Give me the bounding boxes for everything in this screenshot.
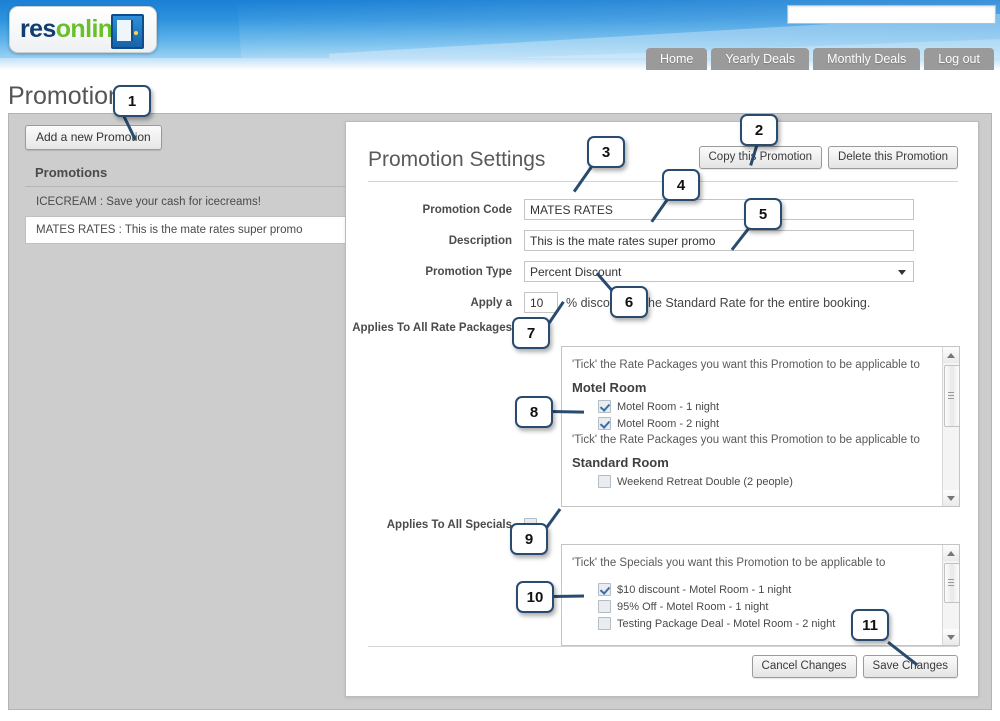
specials-note: 'Tick' the Specials you want this Promot… xyxy=(572,557,886,569)
chevron-down-icon xyxy=(898,270,906,275)
rate-package-option[interactable]: Motel Room - 2 night xyxy=(598,417,943,430)
rate-package-checkbox[interactable] xyxy=(598,475,611,488)
list-item[interactable]: MATES RATES : This is the mate rates sup… xyxy=(25,216,359,244)
special-label: $10 discount - Motel Room - 1 night xyxy=(617,583,792,596)
scrollbar-thumb[interactable] xyxy=(944,563,959,603)
promotion-type-label: Promotion Type xyxy=(425,265,512,278)
nav-tab-log-out[interactable]: Log out xyxy=(924,48,994,70)
promotion-type-value: Percent Discount xyxy=(530,264,622,279)
rate-package-option[interactable]: Weekend Retreat Double (2 people) xyxy=(598,475,943,488)
nav-tab-home[interactable]: Home xyxy=(646,48,708,70)
copy-promotion-button[interactable]: Copy this Promotion xyxy=(698,146,823,169)
promotions-list: ICECREAM : Save your cash for icecreams!… xyxy=(25,188,359,244)
promotion-code-row: Promotion Code xyxy=(346,199,914,220)
specials-scrollbox[interactable]: 'Tick' the Specials you want this Promot… xyxy=(561,544,960,646)
specials-scrollbar[interactable] xyxy=(942,545,959,645)
callout-marker-10: 10 xyxy=(516,581,554,613)
settings-divider-bottom xyxy=(368,646,958,647)
callout-marker-4: 4 xyxy=(662,169,700,201)
main-container: Add a new Promotion Promotions ICECREAM … xyxy=(8,113,992,710)
callout-marker-5: 5 xyxy=(744,198,782,230)
cancel-changes-button[interactable]: Cancel Changes xyxy=(751,655,857,678)
panel-bottom-actions: Cancel Changes Save Changes xyxy=(751,655,958,678)
rate-packages-group-motel-room: Motel Room xyxy=(572,380,647,395)
applies-all-specials-label: Applies To All Specials xyxy=(386,518,512,531)
top-search-box[interactable] xyxy=(787,5,996,25)
rate-package-checkbox[interactable] xyxy=(598,400,611,413)
scroll-up-icon[interactable] xyxy=(943,347,959,363)
special-checkbox[interactable] xyxy=(598,600,611,613)
promotion-type-row: Promotion Type Percent Discount xyxy=(346,261,914,282)
callout-marker-9: 9 xyxy=(510,523,548,555)
rate-package-label: Motel Room - 2 night xyxy=(617,417,720,430)
discount-percent-input[interactable] xyxy=(524,292,558,313)
special-option[interactable]: 95% Off - Motel Room - 1 night xyxy=(598,600,943,613)
rate-package-label: Motel Room - 1 night xyxy=(617,400,720,413)
rate-packages-scrollbar[interactable] xyxy=(942,347,959,506)
callout-marker-1: 1 xyxy=(113,85,151,117)
rate-packages-group-standard-room: Standard Room xyxy=(572,455,669,470)
promotion-type-select[interactable]: Percent Discount xyxy=(524,261,914,282)
scrollbar-grip-icon xyxy=(948,392,954,400)
scroll-down-icon[interactable] xyxy=(943,490,959,506)
callout-marker-11: 11 xyxy=(851,609,889,641)
callout-marker-2: 2 xyxy=(740,114,778,146)
search-input[interactable] xyxy=(788,7,995,25)
scroll-down-icon[interactable] xyxy=(943,629,959,645)
panel-top-actions: Copy this Promotion Delete this Promotio… xyxy=(698,146,958,169)
logo-wordmark: resonline xyxy=(20,17,126,42)
apply-label: Apply a xyxy=(470,296,512,309)
rate-packages-note-2: 'Tick' the Rate Packages you want this P… xyxy=(572,434,920,446)
door-exit-icon xyxy=(111,14,144,49)
main-navigation: Home Yearly Deals Monthly Deals Log out xyxy=(646,48,994,70)
applies-all-rate-packages-row: Applies To All Rate Packages xyxy=(346,321,537,334)
rate-package-label: Weekend Retreat Double (2 people) xyxy=(617,475,793,488)
special-checkbox[interactable] xyxy=(598,617,611,630)
special-option[interactable]: $10 discount - Motel Room - 1 night xyxy=(598,583,943,596)
callout-leader-8 xyxy=(550,410,584,414)
nav-tab-yearly-deals[interactable]: Yearly Deals xyxy=(711,48,810,70)
resonline-logo[interactable]: resonline xyxy=(9,6,157,53)
rate-packages-scrollbox[interactable]: 'Tick' the Rate Packages you want this P… xyxy=(561,346,960,507)
special-checkbox[interactable] xyxy=(598,583,611,596)
applies-all-rate-packages-label: Applies To All Rate Packages xyxy=(352,321,512,334)
callout-marker-3: 3 xyxy=(587,136,625,168)
callout-marker-8: 8 xyxy=(515,396,553,428)
rate-package-option[interactable]: Motel Room - 1 night xyxy=(598,400,943,413)
scroll-up-icon[interactable] xyxy=(943,545,959,561)
scrollbar-thumb[interactable] xyxy=(944,365,959,427)
promotion-code-input[interactable] xyxy=(524,199,914,220)
site-header: resonline Home Yearly Deals Monthly Deal… xyxy=(0,0,1000,70)
description-row: Description xyxy=(346,230,914,251)
rate-packages-content: 'Tick' the Rate Packages you want this P… xyxy=(562,347,943,506)
apply-discount-row: Apply a % discount to the Standard Rate … xyxy=(346,292,870,313)
callout-leader-10 xyxy=(553,594,585,598)
special-label: 95% Off - Motel Room - 1 night xyxy=(617,600,769,613)
special-option[interactable]: Testing Package Deal - Motel Room - 2 ni… xyxy=(598,617,943,630)
scrollbar-grip-icon xyxy=(948,579,954,587)
applies-all-specials-row: Applies To All Specials xyxy=(346,518,537,531)
rate-packages-note-1: 'Tick' the Rate Packages you want this P… xyxy=(572,359,920,371)
special-label: Testing Package Deal - Motel Room - 2 ni… xyxy=(617,617,836,630)
logo-text-res: res xyxy=(20,15,56,43)
settings-title: Promotion Settings xyxy=(368,148,546,171)
promotion-code-label: Promotion Code xyxy=(422,203,512,216)
add-new-promotion-button[interactable]: Add a new Promotion xyxy=(25,125,162,150)
callout-marker-6: 6 xyxy=(610,286,648,318)
list-item[interactable]: ICECREAM : Save your cash for icecreams! xyxy=(25,188,359,216)
callout-marker-7: 7 xyxy=(512,317,550,349)
description-input[interactable] xyxy=(524,230,914,251)
nav-tab-monthly-deals[interactable]: Monthly Deals xyxy=(813,48,921,70)
delete-promotion-button[interactable]: Delete this Promotion xyxy=(828,146,958,169)
description-label: Description xyxy=(448,234,512,247)
rate-package-checkbox[interactable] xyxy=(598,417,611,430)
promotions-list-header: Promotions xyxy=(25,160,359,187)
